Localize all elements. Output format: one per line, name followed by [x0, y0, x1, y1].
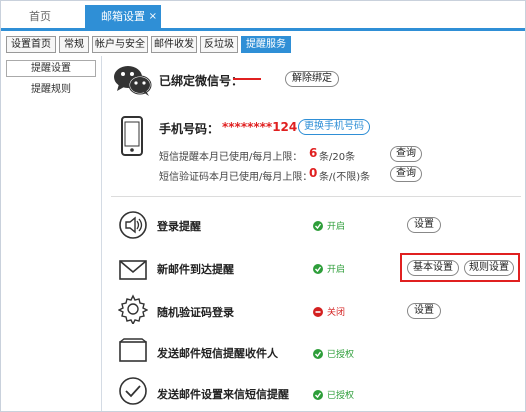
sidebar: 提醒设置 提醒规则	[1, 56, 102, 411]
random-code-settings-button[interactable]: 设置	[407, 303, 441, 319]
new-mail-reminder-title: 新邮件到达提醒	[157, 263, 234, 276]
login-reminder-status: 开启	[313, 219, 345, 232]
unbind-wechat-button[interactable]: 解除绑定	[285, 71, 339, 87]
subtab-settings-home[interactable]: 设置首页	[6, 36, 56, 53]
wechat-id-redacted	[233, 78, 261, 80]
wechat-icon	[114, 66, 152, 96]
status-on-icon	[313, 220, 323, 231]
main-content: 已绑定微信号： 解除绑定 手机号码： ********124 更换手机号码 短信…	[103, 56, 525, 411]
change-phone-button[interactable]: 更换手机号码	[298, 119, 370, 135]
section-divider	[111, 196, 521, 197]
login-reminder-title: 登录提醒	[157, 220, 201, 233]
wechat-bound-label: 已绑定微信号：	[159, 74, 244, 88]
random-code-login-status: 关闭	[313, 305, 345, 318]
code-usage-label: 短信验证码本月已使用/每月上限：	[159, 172, 313, 183]
phone-number: ********124	[222, 120, 298, 134]
sms-usage-label: 短信提醒本月已使用/每月上限：	[159, 152, 303, 163]
subtab-mail-send-receive[interactable]: 邮件收发	[151, 36, 197, 53]
status-on-icon	[313, 263, 323, 274]
login-reminder-settings-button[interactable]: 设置	[407, 217, 441, 233]
subtab-general[interactable]: 常规	[59, 36, 89, 53]
login-reminder-status-text: 开启	[327, 222, 346, 232]
tab-mail-settings[interactable]: 邮箱设置 ×	[85, 5, 161, 28]
tab-mail-settings-label: 邮箱设置	[101, 10, 145, 23]
sms-recipient-reminder-title: 发送邮件短信提醒收件人	[157, 347, 278, 360]
status-on-icon	[313, 389, 323, 400]
subtab-reminder-service[interactable]: 提醒服务	[241, 36, 291, 53]
status-off-icon	[313, 306, 323, 317]
random-code-login-title: 随机验证码登录	[157, 306, 234, 319]
code-limit: 条/(不限)条	[319, 172, 371, 183]
mobile-phone-icon	[121, 116, 143, 156]
sidebar-item-reminder-settings[interactable]: 提醒设置	[6, 60, 96, 77]
sms-limit: 条/20条	[319, 152, 356, 163]
rule-settings-button[interactable]: 规则设置	[464, 260, 514, 276]
envelope-icon	[119, 260, 147, 280]
phone-label: 手机号码：	[159, 122, 220, 136]
subtab-anti-spam[interactable]: 反垃圾	[200, 36, 238, 53]
sms-recipient-reminder-status: 已授权	[313, 347, 354, 360]
close-icon[interactable]: ×	[149, 5, 157, 28]
top-tab-bar: 首页 邮箱设置 ×	[1, 1, 525, 31]
code-used-count: 0	[309, 166, 318, 180]
message-box-icon	[119, 338, 147, 362]
random-code-login-status-text: 关闭	[327, 308, 346, 318]
basic-settings-button[interactable]: 基本设置	[407, 260, 459, 276]
sms-used-count: 6	[309, 146, 318, 160]
new-mail-reminder-status: 开启	[313, 262, 345, 275]
sms-recipient-reminder-status-text: 已授权	[327, 350, 355, 360]
sidebar-item-reminder-rules[interactable]: 提醒规则	[6, 82, 96, 99]
sms-query-button[interactable]: 查询	[390, 146, 422, 162]
incoming-sms-reminder-title: 发送邮件设置来信短信提醒	[157, 388, 289, 401]
gear-icon	[118, 294, 148, 324]
new-mail-reminder-status-text: 开启	[327, 265, 346, 275]
status-on-icon	[313, 348, 323, 359]
code-query-button[interactable]: 查询	[390, 166, 422, 182]
speaker-icon	[119, 211, 147, 239]
tab-home[interactable]: 首页	[1, 5, 79, 28]
incoming-sms-reminder-status-text: 已授权	[327, 391, 355, 401]
subtab-account-security[interactable]: 帐户与安全	[92, 36, 148, 53]
incoming-sms-reminder-status: 已授权	[313, 388, 354, 401]
check-circle-icon	[119, 377, 147, 405]
